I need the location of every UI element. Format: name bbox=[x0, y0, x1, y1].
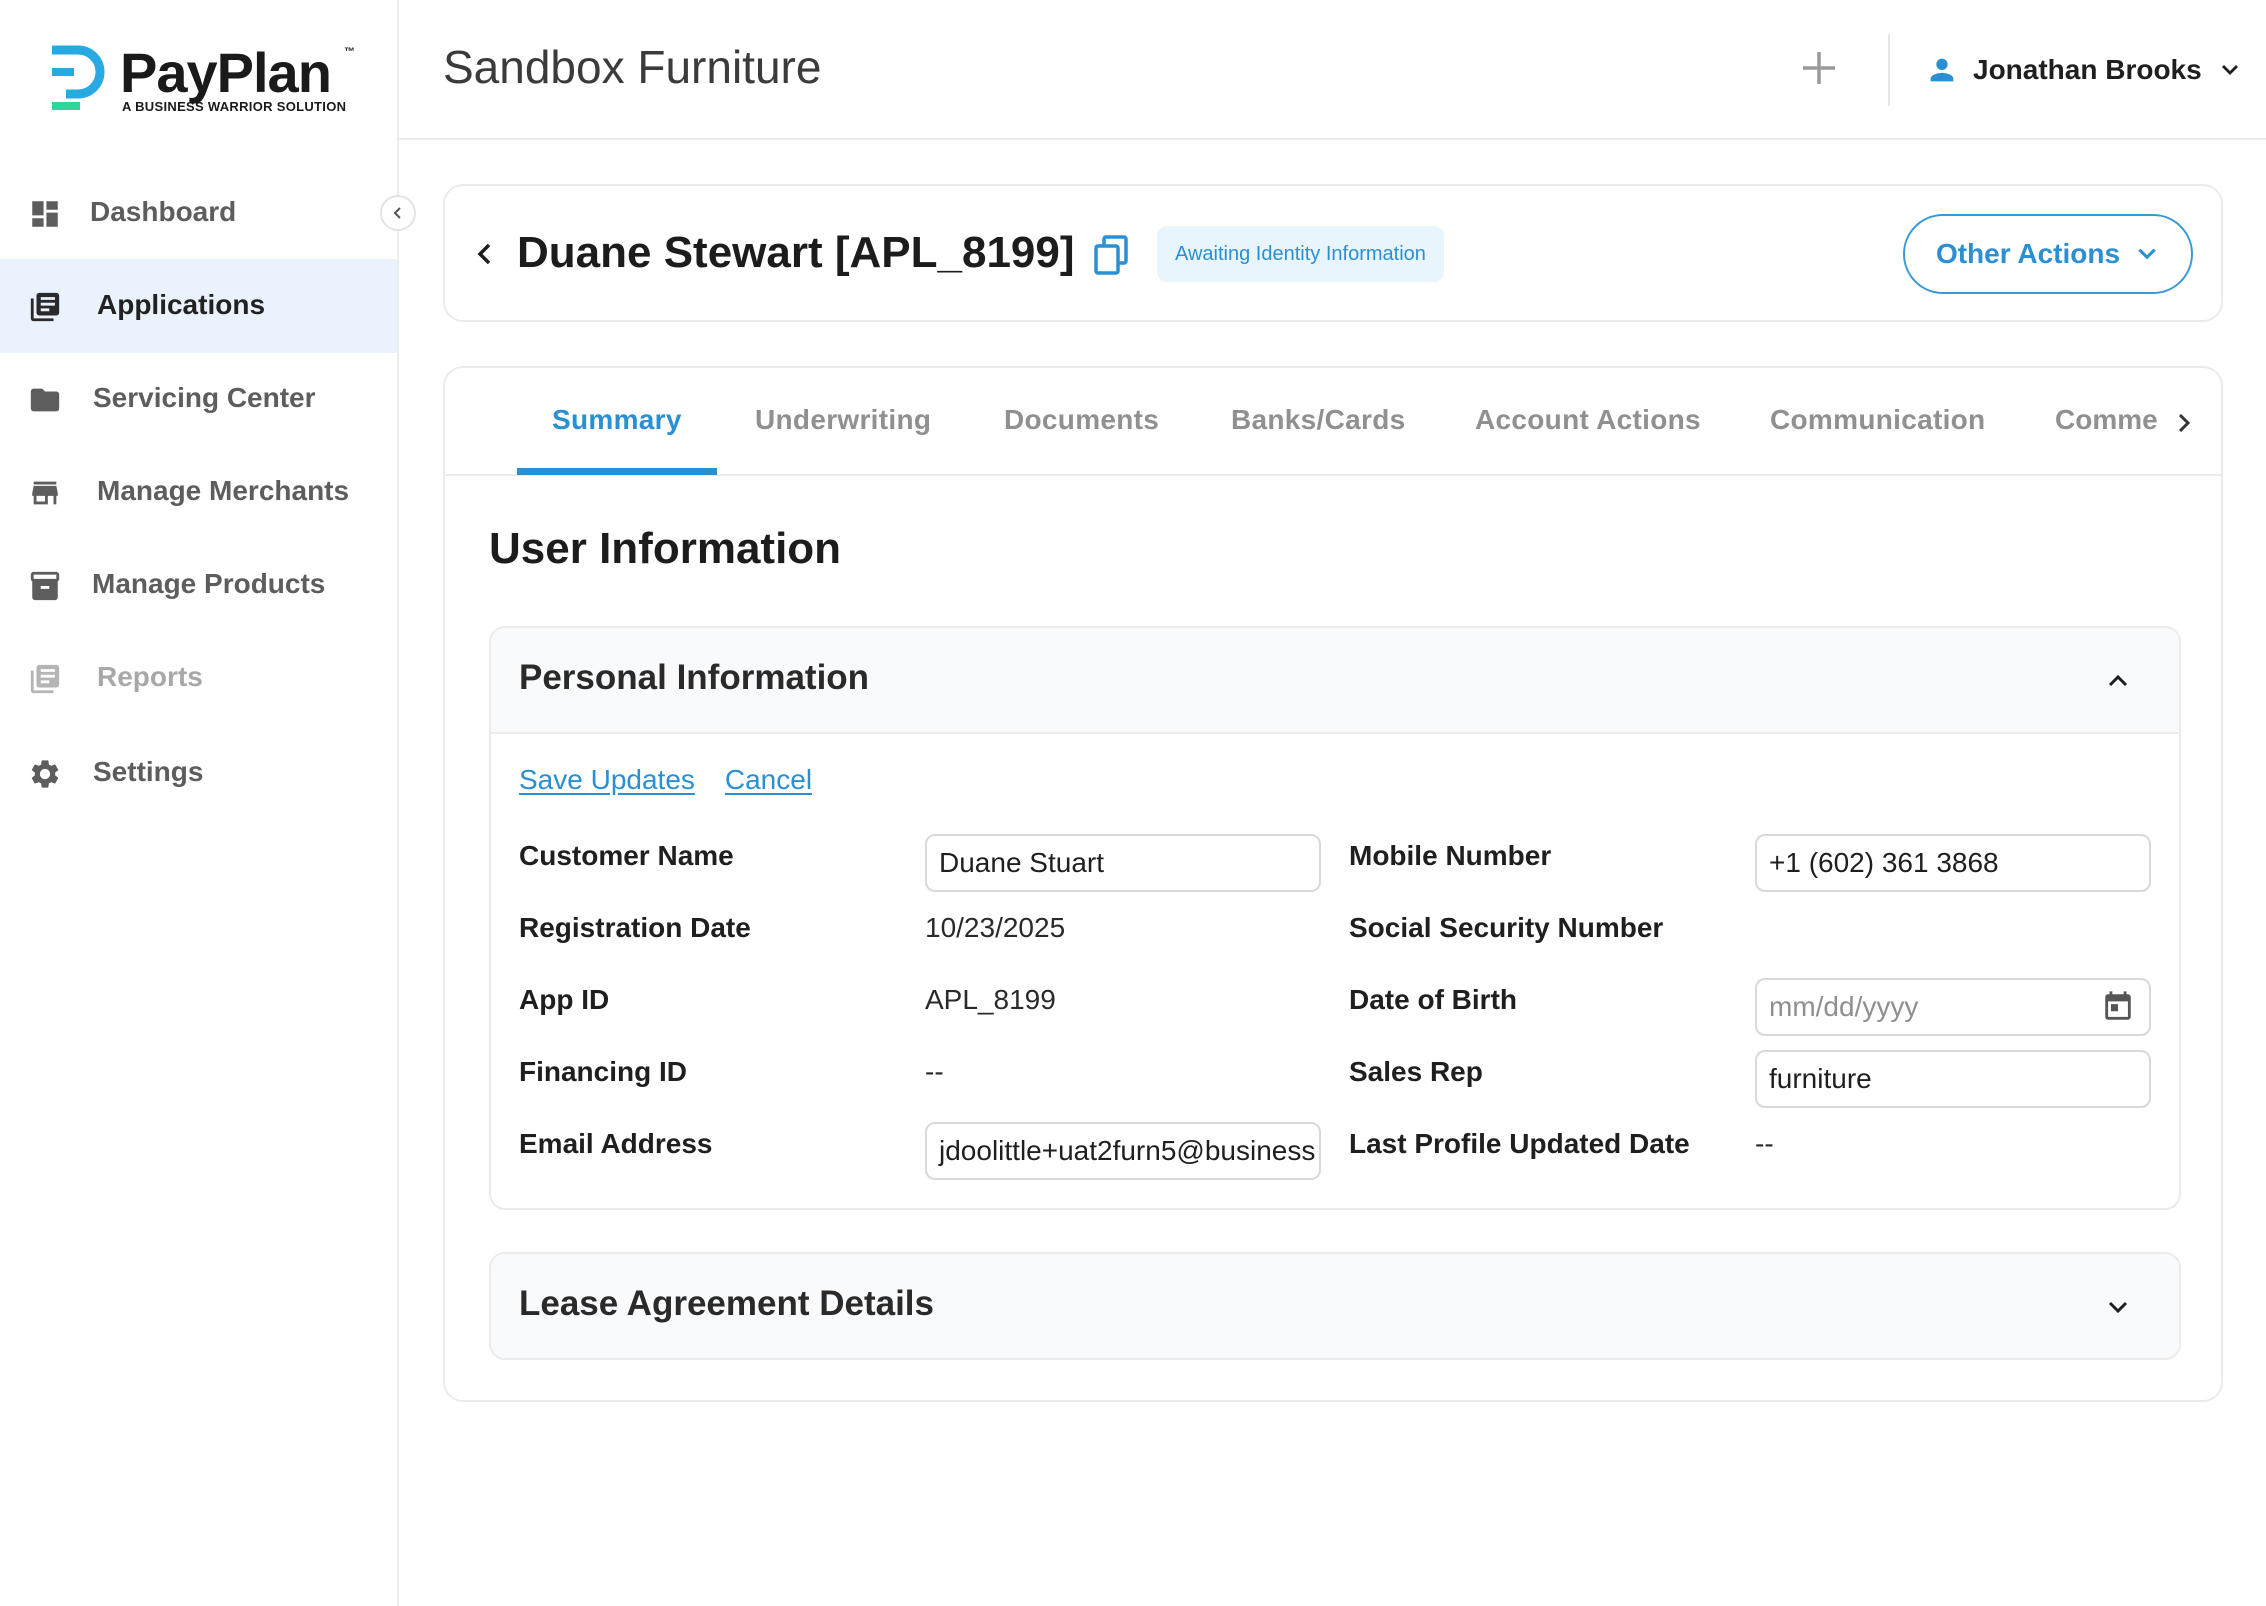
application-detail-card: Summary Underwriting Documents Banks/Car… bbox=[443, 366, 2223, 1402]
payplan-logo[interactable]: PayPlan ™ A BUSINESS WARRIOR SOLUTION bbox=[48, 40, 368, 120]
sidebar-item-label: Applications bbox=[97, 289, 266, 320]
ssn-label: Social Security Number bbox=[1349, 912, 1664, 943]
sidebar-item-label: Manage Merchants bbox=[97, 475, 350, 506]
mobile-number-label: Mobile Number bbox=[1349, 840, 1552, 871]
sidebar-item-label: Servicing Center bbox=[93, 382, 316, 413]
logo-tagline: A BUSINESS WARRIOR SOLUTION bbox=[122, 99, 347, 114]
chevron-right-icon[interactable] bbox=[2169, 408, 2199, 438]
calendar-icon[interactable] bbox=[2101, 990, 2135, 1024]
copy-icon[interactable] bbox=[1091, 234, 1131, 276]
logo-wordmark: PayPlan bbox=[120, 41, 332, 104]
save-updates-link[interactable]: Save Updates bbox=[519, 764, 695, 796]
panel-title: Lease Agreement Details bbox=[519, 1284, 934, 1323]
chevron-left-icon bbox=[393, 207, 401, 219]
date-of-birth-label: Date of Birth bbox=[1349, 984, 1517, 1015]
tab-account-actions[interactable]: Account Actions bbox=[1475, 404, 1701, 436]
company-name: Sandbox Furniture bbox=[443, 41, 822, 93]
application-title: Duane Stewart [APL_8199] bbox=[517, 228, 1075, 277]
mobile-number-input[interactable]: +1 (602) 361 3868 bbox=[1755, 834, 2151, 892]
dashboard-icon bbox=[32, 201, 58, 227]
app-id-value: APL_8199 bbox=[925, 984, 1056, 1015]
app-id-label: App ID bbox=[519, 984, 610, 1015]
sidebar-item-manage-merchants[interactable]: Manage Merchants bbox=[0, 445, 397, 539]
tab-underwriting[interactable]: Underwriting bbox=[755, 404, 931, 436]
financing-id-label: Financing ID bbox=[519, 1056, 687, 1087]
chevron-up-icon bbox=[2108, 674, 2128, 687]
sidebar-item-applications[interactable]: Applications bbox=[0, 259, 397, 353]
other-actions-label: Other Actions bbox=[1935, 238, 2121, 269]
application-title-card: Duane Stewart [APL_8199] Awaiting Identi… bbox=[443, 184, 2223, 322]
other-actions-button[interactable]: Other Actions bbox=[1903, 214, 2193, 294]
sidebar-item-reports: Reports bbox=[0, 631, 397, 725]
active-tab-indicator bbox=[517, 468, 717, 475]
sidebar-item-label: Dashboard bbox=[90, 196, 237, 227]
date-of-birth-placeholder: mm/dd/yyyy bbox=[1769, 991, 1919, 1022]
payplan-logo-mark-icon bbox=[52, 45, 105, 110]
gear-icon bbox=[31, 760, 59, 788]
sidebar-item-dashboard[interactable]: Dashboard bbox=[0, 166, 397, 260]
add-icon[interactable] bbox=[1795, 44, 1843, 92]
chevron-down-icon bbox=[2221, 65, 2238, 75]
last-profile-updated-value: -- bbox=[1755, 1128, 1774, 1159]
customer-name-input[interactable]: Duane Stuart bbox=[925, 834, 1321, 892]
sidebar-item-label: Settings bbox=[93, 756, 204, 787]
date-of-birth-input[interactable]: mm/dd/yyyy bbox=[1755, 978, 2151, 1036]
header-divider bbox=[1888, 34, 1890, 106]
sidebar-item-label: Reports bbox=[97, 661, 203, 692]
tab-comments[interactable]: Comme bbox=[2055, 404, 2159, 436]
panel-title: Personal Information bbox=[519, 658, 870, 697]
cancel-link[interactable]: Cancel bbox=[725, 764, 812, 796]
tab-bar: Summary Underwriting Documents Banks/Car… bbox=[445, 368, 2221, 476]
lease-agreement-panel: Lease Agreement Details bbox=[489, 1252, 2181, 1360]
sidebar-item-settings[interactable]: Settings bbox=[0, 726, 397, 820]
sidebar-item-manage-products[interactable]: Manage Products bbox=[0, 538, 397, 632]
tab-documents[interactable]: Documents bbox=[1004, 404, 1159, 436]
back-arrow-icon[interactable] bbox=[469, 238, 501, 270]
user-name: Jonathan Brooks bbox=[1973, 54, 2202, 85]
applications-icon bbox=[30, 292, 60, 322]
sales-rep-input[interactable]: furniture bbox=[1755, 1050, 2151, 1108]
email-address-label: Email Address bbox=[519, 1128, 713, 1159]
logo-trademark: ™ bbox=[344, 46, 355, 58]
top-header: Sandbox Furniture Jonathan Brooks bbox=[399, 0, 2266, 140]
lease-agreement-header[interactable]: Lease Agreement Details bbox=[491, 1254, 2179, 1358]
chevron-down-icon bbox=[2138, 248, 2156, 260]
sales-rep-label: Sales Rep bbox=[1349, 1056, 1483, 1087]
sidebar-item-servicing-center[interactable]: Servicing Center bbox=[0, 352, 397, 446]
sidebar: PayPlan ™ A BUSINESS WARRIOR SOLUTION Da… bbox=[0, 0, 416, 1606]
financing-id-value: -- bbox=[925, 1056, 944, 1087]
user-icon bbox=[1930, 58, 1954, 82]
chevron-down-icon bbox=[2108, 1301, 2128, 1314]
collapse-sidebar-button[interactable] bbox=[380, 195, 416, 231]
section-title: User Information bbox=[489, 524, 842, 573]
user-menu[interactable]: Jonathan Brooks bbox=[1925, 46, 2242, 94]
personal-information-panel: Personal Information Save Updates Cancel… bbox=[489, 626, 2181, 1210]
last-profile-updated-label: Last Profile Updated Date bbox=[1349, 1128, 1690, 1159]
personal-information-header[interactable]: Personal Information bbox=[491, 628, 2179, 734]
folder-icon bbox=[30, 388, 60, 412]
edit-actions: Save Updates Cancel bbox=[519, 764, 812, 796]
registration-date-label: Registration Date bbox=[519, 912, 751, 943]
tab-summary[interactable]: Summary bbox=[552, 404, 682, 436]
status-badge: Awaiting Identity Information bbox=[1157, 226, 1444, 282]
reports-icon bbox=[30, 664, 60, 694]
registration-date-value: 10/23/2025 bbox=[925, 912, 1066, 943]
tab-communication[interactable]: Communication bbox=[1770, 404, 1985, 436]
customer-name-label: Customer Name bbox=[519, 840, 734, 871]
sidebar-item-label: Manage Products bbox=[92, 568, 326, 599]
app-root: PayPlan ™ A BUSINESS WARRIOR SOLUTION Da… bbox=[0, 0, 2266, 1606]
storefront-icon bbox=[32, 481, 58, 505]
tab-banks-cards[interactable]: Banks/Cards bbox=[1231, 404, 1406, 436]
archive-box-icon bbox=[30, 571, 60, 601]
email-address-input[interactable]: jdoolittle+uat2furn5@business bbox=[925, 1122, 1321, 1180]
